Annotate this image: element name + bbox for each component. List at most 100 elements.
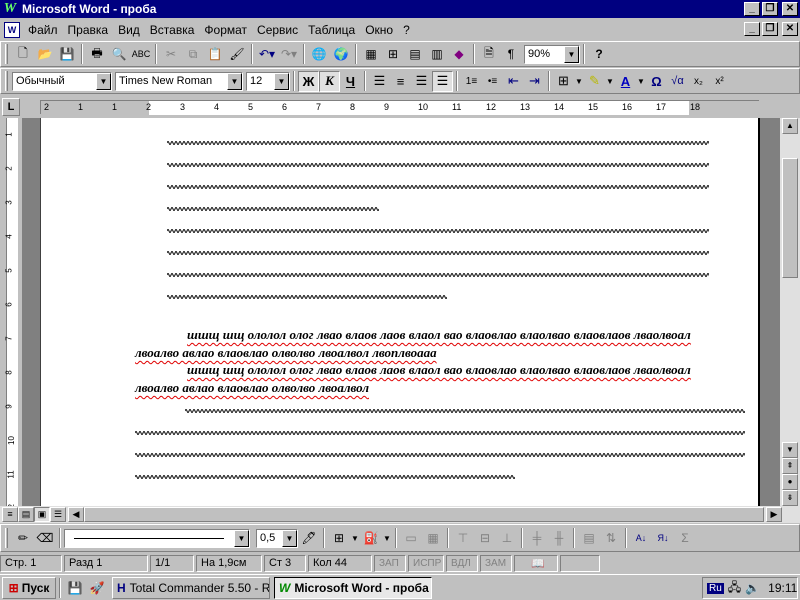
hyperlink-icon[interactable]: 🌐 <box>308 43 330 65</box>
document-icon[interactable]: W <box>4 21 20 38</box>
zoom-select[interactable]: 90% ▼ <box>524 44 580 64</box>
open-icon[interactable]: 📂 <box>34 43 56 65</box>
quick-launch-save-icon[interactable]: 💾 <box>64 577 86 599</box>
distribute-rows-icon[interactable]: ╪ <box>526 527 548 549</box>
print-icon[interactable]: 🖶 <box>86 43 108 65</box>
text-direction-icon[interactable]: ⇅ <box>600 527 622 549</box>
menu-file[interactable]: Файл <box>23 20 63 40</box>
split-cells-icon[interactable]: ▦ <box>422 527 444 549</box>
status-trk[interactable]: ИСПР <box>408 554 444 572</box>
spell-check-icon[interactable]: ABC <box>130 43 152 65</box>
spelling-status-icon[interactable]: 📖 <box>514 554 558 572</box>
prev-page-button[interactable]: ⇞ <box>782 458 798 474</box>
shading-color-icon[interactable]: ⛽ <box>360 527 382 549</box>
scroll-left-button[interactable]: ◀ <box>68 507 84 522</box>
insert-symbol-icon[interactable]: Ω <box>646 71 667 92</box>
status-ext[interactable]: ВДЛ <box>446 554 478 572</box>
chevron-down-icon[interactable]: ▼ <box>282 529 297 547</box>
document-area[interactable]: шшщ шщ ололол олог лвао влаов лаов влаол… <box>22 118 780 506</box>
menu-edit[interactable]: Правка <box>63 20 114 40</box>
menu-window[interactable]: Окно <box>360 20 398 40</box>
font-color-icon[interactable]: A <box>615 71 636 92</box>
align-right-icon[interactable]: ☰ <box>411 71 432 92</box>
chevron-down-icon[interactable]: ▼ <box>636 71 646 92</box>
chevron-down-icon[interactable]: ▼ <box>234 529 249 547</box>
redo-icon[interactable]: ↷▾ <box>278 43 300 65</box>
web-view-icon[interactable]: ▤ <box>18 507 34 522</box>
taskbar-total-commander[interactable]: H Total Commander 5.50 - Ri... <box>112 576 270 599</box>
pencil-icon[interactable]: ✏ <box>12 527 34 549</box>
paragraph-1-line-1[interactable]: шшщ шщ ололол олог лвао влаов лаов влаол… <box>187 327 691 343</box>
chevron-down-icon[interactable]: ▼ <box>564 45 579 63</box>
equation-icon[interactable]: √α <box>667 71 688 92</box>
chevron-down-icon[interactable]: ▼ <box>227 72 242 90</box>
paragraph-2-line-1[interactable]: шшщ шщ ололол олог лвао влаов лаов влаол… <box>187 362 691 378</box>
format-painter-icon[interactable]: 🖌 <box>226 43 248 65</box>
line-width-select[interactable]: 0,5 ▼ <box>256 528 298 548</box>
toolbar-grip[interactable] <box>5 71 8 91</box>
font-select[interactable]: Times New Roman ▼ <box>115 71 243 91</box>
border-color-icon[interactable]: 🖊 <box>298 527 320 549</box>
next-page-button[interactable]: ⇟ <box>782 490 798 506</box>
doc-close-button[interactable]: ✕ <box>782 22 798 36</box>
sort-ascending-icon[interactable]: A↓ <box>630 527 652 549</box>
doc-restore-button[interactable]: ❐ <box>762 22 778 36</box>
quick-launch-app-icon[interactable]: 🚀 <box>86 577 108 599</box>
eraser-icon[interactable]: ⌫ <box>34 527 56 549</box>
menu-format[interactable]: Формат <box>199 20 252 40</box>
status-ovr[interactable]: ЗАМ <box>480 554 512 572</box>
autosum-icon[interactable]: Σ <box>674 527 696 549</box>
save-icon[interactable]: 💾 <box>56 43 78 65</box>
align-left-icon[interactable]: ☰ <box>369 71 390 92</box>
menu-table[interactable]: Таблица <box>303 20 360 40</box>
close-button[interactable]: ✕ <box>782 2 798 16</box>
toolbar-grip[interactable] <box>5 44 8 64</box>
borders-icon[interactable]: ⊞ <box>553 71 574 92</box>
horizontal-ruler[interactable]: L 2 1 1 2 3 4 5 6 7 8 9 10 11 12 13 14 15 16 17 18 <box>0 96 800 118</box>
doc-minimize-button[interactable]: _ <box>744 22 760 36</box>
language-indicator[interactable]: Ru <box>707 582 724 594</box>
align-center-icon[interactable]: ≡ <box>390 71 411 92</box>
bulleted-list-icon[interactable]: •≡ <box>482 71 503 92</box>
distribute-columns-icon[interactable]: ╫ <box>548 527 570 549</box>
scroll-down-button[interactable]: ▼ <box>782 442 798 458</box>
horizontal-scrollbar[interactable]: ≡ ▤ ▣ ☰ ◀ ▶ <box>0 506 800 523</box>
minimize-button[interactable]: _ <box>744 2 760 16</box>
paste-icon[interactable]: 📋 <box>204 43 226 65</box>
menu-insert[interactable]: Вставка <box>145 20 200 40</box>
line-style-select[interactable]: ▼ <box>64 528 250 548</box>
doc-map-icon[interactable]: 🗎 <box>478 43 500 65</box>
subscript-button[interactable]: x₂ <box>688 71 709 92</box>
superscript-button[interactable]: x² <box>709 71 730 92</box>
merge-cells-icon[interactable]: ▭ <box>400 527 422 549</box>
web-toolbar-icon[interactable]: 🌍 <box>330 43 352 65</box>
italic-button[interactable]: К <box>319 70 340 92</box>
word-app-icon[interactable]: W <box>2 1 18 17</box>
style-select[interactable]: Обычный ▼ <box>12 71 112 91</box>
scroll-thumb[interactable] <box>782 158 798 278</box>
normal-view-icon[interactable]: ≡ <box>2 507 18 522</box>
chevron-down-icon[interactable]: ▼ <box>96 72 111 90</box>
select-browse-object-button[interactable]: ● <box>782 474 798 490</box>
decrease-indent-icon[interactable]: ⇤ <box>503 71 524 92</box>
outside-border-icon[interactable]: ⊞ <box>328 527 350 549</box>
font-size-select[interactable]: 12 ▼ <box>246 71 290 91</box>
columns-icon[interactable]: ▥ <box>426 43 448 65</box>
paragraph-2-line-2[interactable]: лвоалво авлао влаовлао олволво лвоалвол <box>135 380 369 396</box>
drawing-icon[interactable]: ◆ <box>448 43 470 65</box>
align-middle-icon[interactable]: ⊟ <box>474 527 496 549</box>
highlight-icon[interactable]: ✎ <box>584 71 605 92</box>
vertical-scrollbar[interactable]: ▲ ▼ ⇞ ● ⇟ <box>780 118 800 506</box>
vertical-ruler[interactable]: 12345678910111213 <box>0 118 22 547</box>
insert-table-icon[interactable]: ⊞ <box>382 43 404 65</box>
scroll-right-button[interactable]: ▶ <box>766 507 782 522</box>
menu-view[interactable]: Вид <box>113 20 145 40</box>
new-doc-icon[interactable]: 🗋 <box>12 43 34 65</box>
undo-icon[interactable]: ↶▾ <box>256 43 278 65</box>
insert-excel-icon[interactable]: ▤ <box>404 43 426 65</box>
tables-borders-icon[interactable]: ▦ <box>360 43 382 65</box>
chevron-down-icon[interactable]: ▼ <box>605 71 615 92</box>
taskbar-word[interactable]: W Microsoft Word - проба <box>274 576 432 599</box>
menu-tools[interactable]: Сервис <box>252 20 303 40</box>
underline-button[interactable]: Ч <box>340 71 361 92</box>
